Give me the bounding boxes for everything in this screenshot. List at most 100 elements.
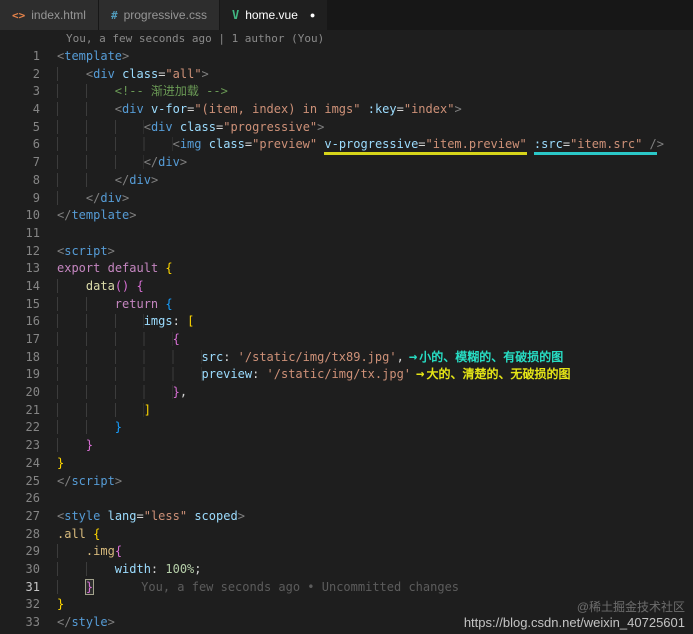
code-line-19[interactable]: 19 preview: '/static/img/tx.jpg' → 大的、清楚的、… — [0, 366, 693, 384]
code-line-15[interactable]: 15 return { — [0, 296, 693, 314]
code-line-12[interactable]: 12 <script> — [0, 243, 693, 261]
line-number[interactable]: 3 — [0, 83, 40, 101]
code-line-4[interactable]: 4 <div v-for = "(item, index) in imgs" :ke… — [0, 101, 693, 119]
code-line-7[interactable]: 7 </div> — [0, 154, 693, 172]
code-token: 100% — [165, 561, 195, 576]
line-number[interactable]: 24 — [0, 455, 40, 473]
line-number[interactable]: 11 — [0, 225, 40, 243]
code-line-9[interactable]: 9 </div> — [0, 190, 693, 208]
code-token: { — [136, 278, 144, 293]
line-number[interactable]: 30 — [0, 561, 40, 579]
line-number[interactable]: 10 — [0, 207, 40, 225]
code-line-18[interactable]: 18 src: '/static/img/tx89.jpg', → 小的、模糊的、有… — [0, 349, 693, 367]
tab-progressive-css[interactable]: # progressive.css — [98, 0, 220, 30]
code-token: class — [122, 66, 159, 81]
line-number[interactable]: 25 — [0, 473, 40, 491]
code-line-22[interactable]: 22 } — [0, 419, 693, 437]
unsaved-changes-dot-icon[interactable]: ● — [310, 10, 315, 20]
code-line-27[interactable]: 27 <style lang="less" scoped> — [0, 508, 693, 526]
code-token: </ — [143, 155, 159, 170]
line-number[interactable]: 14 — [0, 278, 40, 296]
code-line-29[interactable]: 29 .img{ — [0, 543, 693, 561]
line-number[interactable]: 19 — [0, 366, 40, 384]
line-number[interactable]: 33 — [0, 614, 40, 632]
code-line-1[interactable]: 1 <template> — [0, 48, 693, 66]
line-number[interactable]: 28 — [0, 526, 40, 544]
line-number[interactable]: 7 — [0, 154, 40, 172]
code-token: src — [201, 349, 224, 364]
code-content: <style lang="less" scoped> — [57, 508, 245, 526]
vue-file-icon: V — [231, 8, 240, 22]
code-token: lang — [107, 508, 137, 523]
code-line-28[interactable]: 28 .all { — [0, 526, 693, 544]
line-number[interactable]: 31 — [0, 579, 40, 597]
line-number[interactable]: 4 — [0, 101, 40, 119]
code-token: > — [107, 615, 115, 629]
line-number[interactable]: 20 — [0, 384, 40, 402]
line-number[interactable]: 23 — [0, 437, 40, 455]
code-line-16[interactable]: 16 imgs: [ — [0, 313, 693, 331]
code-content: } — [57, 455, 64, 473]
code-line-3[interactable]: 3 <!-- 渐进加载 --> — [0, 83, 693, 101]
git-blame-codelens[interactable]: You, a few seconds ago | 1 author (You) — [66, 30, 693, 48]
code-line-25[interactable]: 25 </script> — [0, 473, 693, 491]
line-number[interactable]: 8 — [0, 172, 40, 190]
tab-home-vue[interactable]: V home.vue ● — [219, 0, 329, 30]
code-line-13[interactable]: 13 export default { — [0, 260, 693, 278]
line-number[interactable]: 1 — [0, 48, 40, 66]
line-number[interactable]: 9 — [0, 190, 40, 208]
line-number[interactable]: 12 — [0, 243, 40, 261]
line-number[interactable]: 2 — [0, 66, 40, 84]
code-line-10[interactable]: 10 </template> — [0, 207, 693, 225]
code-line-11[interactable]: 11 — [0, 225, 693, 243]
code-token: v-progressive — [324, 137, 419, 156]
indent-guide — [57, 172, 115, 187]
line-number[interactable]: 18 — [0, 349, 40, 367]
code-line-2[interactable]: 2 <div class="all"> — [0, 66, 693, 84]
code-line-23[interactable]: 23 } — [0, 437, 693, 455]
code-line-14[interactable]: 14 data() { — [0, 278, 693, 296]
line-number[interactable]: 17 — [0, 331, 40, 349]
code-line-8[interactable]: 8 </div> — [0, 172, 693, 190]
indent-guide — [57, 420, 115, 435]
code-token: / — [642, 137, 657, 156]
html-file-icon: <> — [12, 8, 26, 22]
line-number[interactable]: 22 — [0, 419, 40, 437]
code-line-31[interactable]: 31 } You, a few seconds ago • Uncommitted… — [0, 578, 693, 597]
code-token: = — [136, 508, 144, 523]
line-number[interactable]: 15 — [0, 296, 40, 314]
code-line-21[interactable]: 21 ] — [0, 402, 693, 420]
code-token: > — [107, 243, 115, 258]
line-number[interactable]: 29 — [0, 543, 40, 561]
line-number[interactable]: 6 — [0, 136, 40, 154]
line-number[interactable]: 21 — [0, 402, 40, 420]
code-token: imgs — [143, 314, 173, 329]
code-line-26[interactable]: 26 — [0, 490, 693, 508]
code-token: "preview" — [252, 137, 318, 152]
indent-guide — [57, 66, 86, 81]
code-token: </ — [57, 473, 72, 488]
line-number[interactable]: 32 — [0, 596, 40, 614]
line-number[interactable]: 5 — [0, 119, 40, 137]
line-number[interactable]: 26 — [0, 490, 40, 508]
code-line-24[interactable]: 24} — [0, 455, 693, 473]
code-line-33[interactable]: 33 </style> — [0, 614, 693, 632]
code-content: { — [57, 331, 180, 349]
code-line-32[interactable]: 32} — [0, 596, 693, 614]
line-number[interactable]: 27 — [0, 508, 40, 526]
code-line-17[interactable]: 17 { — [0, 331, 693, 349]
line-number[interactable]: 13 — [0, 260, 40, 278]
code-line-20[interactable]: 20 }, — [0, 384, 693, 402]
code-line-6[interactable]: 6 <img class="preview" v-progressive="it… — [0, 136, 693, 156]
code-content: <script> — [57, 243, 115, 261]
code-line-30[interactable]: 30 width: 100%; — [0, 561, 693, 579]
code-token: </ — [85, 190, 101, 205]
code-line-5[interactable]: 5 <div class="progressive"> — [0, 119, 693, 137]
code-token: { — [165, 261, 173, 276]
code-token: { — [93, 526, 101, 541]
tab-index-html[interactable]: <> index.html — [0, 0, 99, 30]
line-number[interactable]: 16 — [0, 313, 40, 331]
